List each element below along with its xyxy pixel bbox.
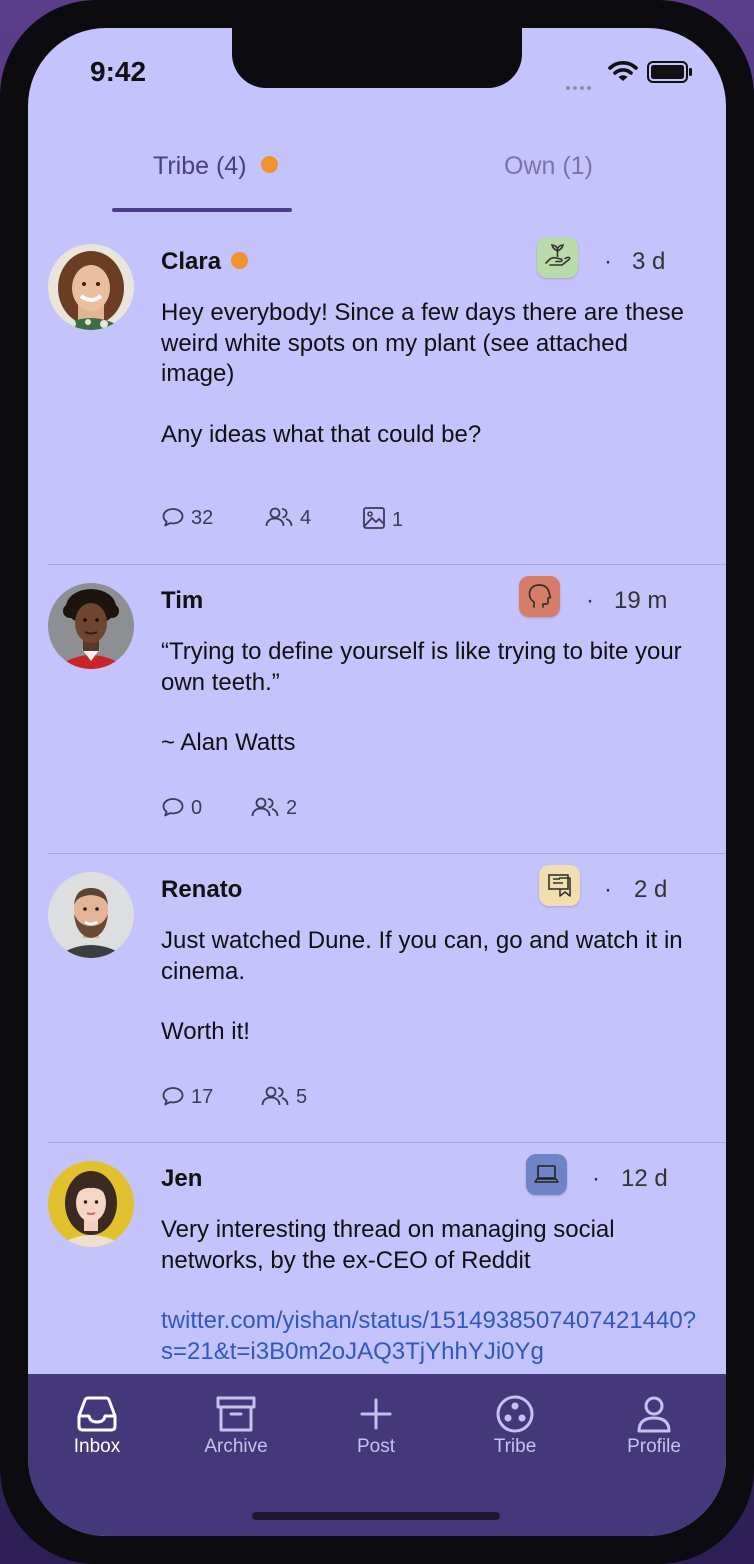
post-body[interactable]: “Trying to define yourself is like tryin…	[161, 637, 701, 759]
post-paragraph: ~ Alan Watts	[161, 729, 296, 756]
post-body[interactable]: Just watched Dune. If you can, go and wa…	[161, 926, 701, 1048]
post-item[interactable]: Renato · 2 d Just watched Dune. If you c…	[48, 854, 726, 1143]
laptop-icon	[534, 1165, 559, 1183]
tab-label: Profile	[627, 1436, 681, 1457]
home-indicator[interactable]	[252, 1512, 500, 1520]
post-paragraph: “Trying to define yourself is like tryin…	[161, 638, 682, 696]
category-badge[interactable]	[537, 237, 578, 278]
cinema-screen-icon	[548, 874, 571, 897]
avatar[interactable]	[48, 1161, 134, 1247]
feed-tabs: Tribe (4) Own (1)	[28, 138, 726, 218]
tab-label: Inbox	[73, 1436, 121, 1457]
status-time: 9:42	[90, 56, 147, 87]
bottom-tab-bar: Inbox Archive Post Tribe Profile	[28, 1374, 726, 1536]
phone-frame: 9:42 Tribe (4) Own (1) Clara · 3 d Hey e…	[0, 0, 754, 1564]
archive-box-icon	[216, 1396, 256, 1432]
tab-label: Archive	[204, 1436, 268, 1457]
tab-tribe-nav[interactable]: Tribe	[455, 1394, 575, 1458]
post-time: 2 d	[634, 876, 668, 903]
author-name[interactable]: Renato	[161, 876, 242, 904]
avatar[interactable]	[48, 244, 134, 330]
online-status-dot	[231, 252, 249, 269]
avatar[interactable]	[48, 872, 134, 958]
post-paragraph: Any ideas what that could be?	[161, 420, 482, 448]
users-icon	[251, 797, 279, 817]
comment-icon	[162, 508, 184, 527]
comment-icon	[162, 798, 184, 817]
post-body[interactable]: Very interesting thread on managing soci…	[161, 1215, 701, 1367]
post-paragraph: Worth it!	[161, 1018, 250, 1045]
attachment-count[interactable]: 1	[362, 506, 403, 532]
plant-hand-icon	[545, 244, 571, 266]
tribe-icon	[496, 1395, 534, 1433]
author-name[interactable]: Clara	[161, 248, 249, 276]
users-icon	[265, 507, 293, 527]
separator-dot: ·	[604, 248, 612, 275]
author-name[interactable]: Jen	[161, 1165, 202, 1193]
post-body[interactable]: Hey everybody! Since a few days there ar…	[161, 298, 701, 450]
signal-dots-icon	[566, 77, 594, 95]
participant-count[interactable]: 5	[260, 1085, 307, 1109]
post-paragraph: Very interesting thread on managing soci…	[161, 1216, 615, 1274]
participant-count[interactable]: 2	[250, 796, 297, 820]
tab-own[interactable]: Own (1)	[504, 152, 593, 181]
plus-icon	[360, 1398, 392, 1430]
category-badge[interactable]	[539, 865, 580, 906]
comment-count[interactable]: 0	[161, 796, 202, 820]
tab-label: Post	[356, 1436, 396, 1457]
comment-icon	[162, 1087, 184, 1106]
post-paragraph: Hey everybody! Since a few days there ar…	[161, 299, 684, 387]
inbox-icon	[77, 1396, 117, 1432]
tab-label: Tribe	[493, 1436, 537, 1457]
category-badge[interactable]	[526, 1154, 567, 1195]
users-icon	[261, 1086, 289, 1106]
post-feed[interactable]: Clara · 3 d Hey everybody! Since a few d…	[28, 226, 726, 1374]
active-tab-indicator	[112, 208, 292, 212]
tab-tribe[interactable]: Tribe (4)	[153, 152, 278, 181]
device-notch	[232, 28, 522, 88]
separator-dot: ·	[586, 587, 594, 614]
post-item[interactable]: Tim · 19 m “Trying to define yourself is…	[48, 565, 726, 854]
avatar[interactable]	[48, 583, 134, 669]
tab-own-label: Own (1)	[504, 152, 593, 180]
post-time: 12 d	[621, 1165, 668, 1192]
post-time: 3 d	[632, 248, 666, 275]
comment-count[interactable]: 17	[161, 1085, 213, 1109]
separator-dot: ·	[592, 1165, 600, 1192]
image-icon	[363, 507, 385, 529]
post-item[interactable]: Clara · 3 d Hey everybody! Since a few d…	[48, 226, 726, 565]
wifi-icon	[608, 61, 638, 81]
app-screen: 9:42 Tribe (4) Own (1) Clara · 3 d Hey e…	[28, 28, 726, 1536]
comment-count[interactable]: 32	[161, 506, 213, 530]
tab-tribe-label: Tribe (4)	[153, 152, 247, 180]
separator-dot: ·	[604, 876, 612, 903]
post-time: 19 m	[614, 587, 668, 614]
post-item[interactable]: Jen · 12 d Very interesting thread on ma…	[48, 1143, 726, 1374]
post-link[interactable]: twitter.com/yishan/status/15149385074074…	[161, 1306, 701, 1367]
author-name[interactable]: Tim	[161, 587, 203, 615]
tab-profile[interactable]: Profile	[594, 1394, 714, 1458]
battery-icon	[647, 61, 692, 83]
tab-post[interactable]: Post	[316, 1394, 436, 1458]
category-badge[interactable]	[519, 576, 560, 617]
tab-archive[interactable]: Archive	[176, 1394, 296, 1458]
user-icon	[637, 1396, 671, 1433]
participant-count[interactable]: 4	[264, 506, 311, 530]
head-profile-icon	[528, 584, 552, 608]
post-paragraph: Just watched Dune. If you can, go and wa…	[161, 927, 683, 985]
unread-dot	[260, 156, 278, 173]
tab-inbox[interactable]: Inbox	[37, 1394, 157, 1458]
